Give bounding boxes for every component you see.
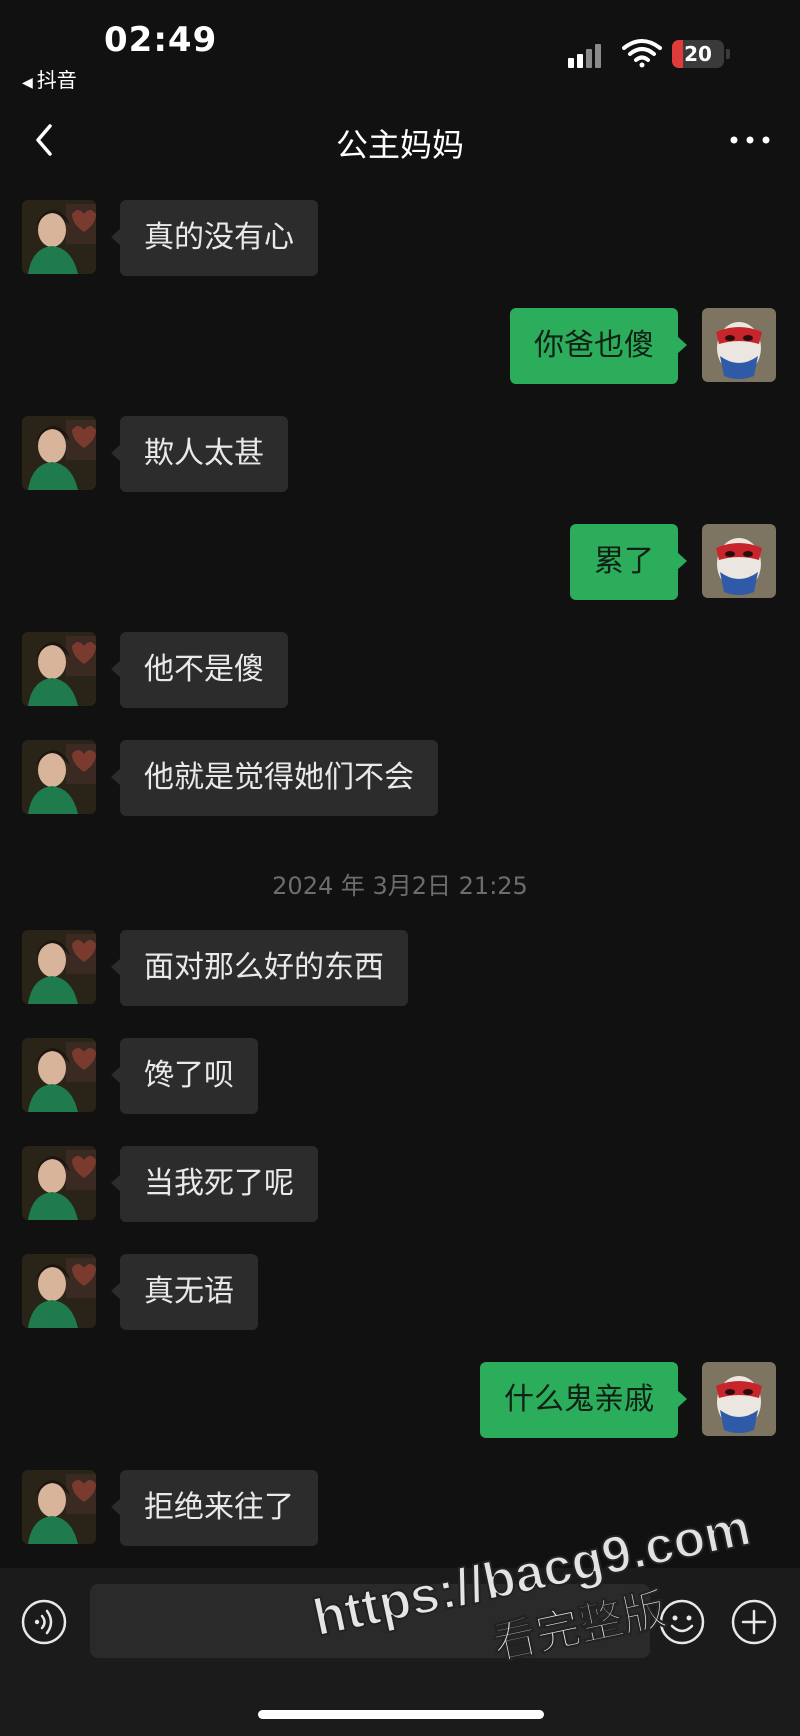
incoming-message-bubble[interactable]: 当我死了呢 bbox=[111, 1146, 318, 1222]
home-indicator[interactable] bbox=[258, 1710, 544, 1719]
message-row: 你爸也傻 bbox=[0, 308, 800, 388]
outgoing-message-bubble[interactable]: 累了 bbox=[570, 524, 687, 600]
chat-header: 公主妈妈 bbox=[0, 100, 800, 182]
contact-avatar[interactable] bbox=[22, 416, 96, 490]
outgoing-message-bubble[interactable]: 你爸也傻 bbox=[510, 308, 687, 384]
battery-tip bbox=[726, 49, 730, 59]
status-time: 02:49 bbox=[104, 20, 218, 60]
message-row: 馋了呗 bbox=[0, 1038, 800, 1118]
voice-icon[interactable] bbox=[20, 1598, 68, 1646]
incoming-message-bubble[interactable]: 他就是觉得她们不会 bbox=[111, 740, 438, 816]
message-row: 真无语 bbox=[0, 1254, 800, 1334]
my-avatar[interactable] bbox=[702, 308, 776, 382]
message-row: 欺人太甚 bbox=[0, 416, 800, 496]
status-bar: 02:49 ◀ 抖音 20 bbox=[0, 0, 800, 92]
chat-title: 公主妈妈 bbox=[335, 126, 464, 164]
back-app-label: 抖音 bbox=[36, 68, 77, 92]
contact-avatar[interactable] bbox=[22, 740, 96, 814]
cellular-signal-icon bbox=[568, 44, 608, 68]
battery-indicator: 20 bbox=[672, 40, 724, 68]
contact-avatar[interactable] bbox=[22, 1146, 96, 1220]
message-row: 累了 bbox=[0, 524, 800, 604]
more-dots-icon[interactable] bbox=[722, 118, 778, 162]
message-timestamp: 2024 年 3月2日 21:25 bbox=[272, 872, 528, 900]
contact-avatar[interactable] bbox=[22, 1470, 96, 1544]
incoming-message-bubble[interactable]: 他不是傻 bbox=[111, 632, 288, 708]
incoming-message-bubble[interactable]: 面对那么好的东西 bbox=[111, 930, 408, 1006]
message-row: 面对那么好的东西 bbox=[0, 930, 800, 1010]
message-row: 他就是觉得她们不会 bbox=[0, 740, 800, 820]
contact-avatar[interactable] bbox=[22, 930, 96, 1004]
outgoing-message-bubble[interactable]: 什么鬼亲戚 bbox=[480, 1362, 687, 1438]
message-row: 真的没有心 bbox=[0, 200, 800, 280]
incoming-message-bubble[interactable]: 真的没有心 bbox=[111, 200, 318, 276]
my-avatar[interactable] bbox=[702, 524, 776, 598]
battery-level: 20 bbox=[684, 42, 712, 66]
message-row: 他不是傻 bbox=[0, 632, 800, 712]
contact-avatar[interactable] bbox=[22, 200, 96, 274]
incoming-message-bubble[interactable]: 真无语 bbox=[111, 1254, 258, 1330]
incoming-message-bubble[interactable]: 拒绝来往了 bbox=[111, 1470, 318, 1546]
message-row: 什么鬼亲戚 bbox=[0, 1362, 800, 1442]
back-to-app-link[interactable]: ◀ 抖音 bbox=[22, 64, 77, 93]
contact-avatar[interactable] bbox=[22, 1254, 96, 1328]
my-avatar[interactable] bbox=[702, 1362, 776, 1436]
incoming-message-bubble[interactable]: 欺人太甚 bbox=[111, 416, 288, 492]
contact-avatar[interactable] bbox=[22, 1038, 96, 1112]
back-triangle-icon: ◀ bbox=[22, 75, 33, 91]
incoming-message-bubble[interactable]: 馋了呗 bbox=[111, 1038, 258, 1114]
wifi-icon bbox=[622, 39, 662, 68]
message-row: 当我死了呢 bbox=[0, 1146, 800, 1226]
contact-avatar[interactable] bbox=[22, 632, 96, 706]
